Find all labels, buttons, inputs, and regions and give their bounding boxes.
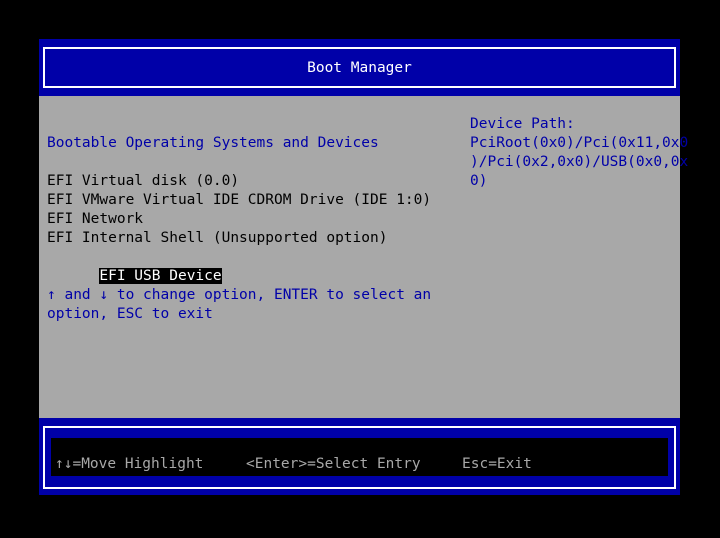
move-highlight-hint: ↑↓=Move Highlight [55,456,204,472]
boot-option-internal-shell[interactable]: EFI Internal Shell (Unsupported option) [47,229,387,248]
page-title: Boot Manager [307,59,412,76]
exit-hint: Esc=Exit [462,456,532,472]
boot-option-cdrom[interactable]: EFI VMware Virtual IDE CDROM Drive (IDE … [47,191,431,210]
section-title: Bootable Operating Systems and Devices [47,135,379,151]
main-panel: Bootable Operating Systems and Devices E… [39,96,688,418]
footer-bar: ↑↓=Move Highlight <Enter>=Select Entry E… [39,418,680,495]
help-text-line-2: option, ESC to exit [47,306,213,322]
device-path-line-3: 0) [470,173,488,189]
boot-option-virtual-disk[interactable]: EFI Virtual disk (0.0) [47,172,239,191]
boot-option-network[interactable]: EFI Network [47,210,143,229]
select-entry-hint: <Enter>=Select Entry [246,456,421,472]
header-bar: Boot Manager [39,39,680,96]
boot-option-usb-device[interactable]: EFI USB Device [47,248,222,284]
boot-manager-screen: Boot Manager Bootable Operating Systems … [39,39,688,495]
selected-option-label: EFI USB Device [99,268,222,284]
header-frame: Boot Manager [43,47,676,88]
help-text-line-1: ↑ and ↓ to change option, ENTER to selec… [47,287,432,303]
device-path-line-1: PciRoot(0x0)/Pci(0x11,0x0 [470,135,689,151]
device-path-label: Device Path: [470,116,575,132]
device-path-line-2: )/Pci(0x2,0x0)/USB(0x0,0x [470,154,689,170]
